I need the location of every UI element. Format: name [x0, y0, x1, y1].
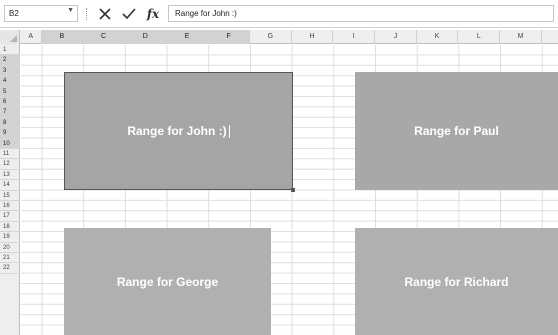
column-header-l[interactable]: L — [459, 30, 501, 44]
name-box[interactable]: B2 ▼ — [4, 5, 78, 22]
text-cursor — [228, 124, 230, 138]
row-headers: 1 2 3 4 5 6 7 8 9 10 11 12 13 14 15 16 17 18 19 20 21 22 — [0, 44, 20, 335]
row-header-15[interactable]: 15 — [0, 191, 20, 201]
row-header-20[interactable]: 20 — [0, 243, 20, 253]
row-header-22[interactable]: 22 — [0, 263, 20, 274]
column-header-f[interactable]: F — [208, 30, 250, 44]
column-header-a[interactable]: A — [21, 30, 42, 44]
row-header-7[interactable]: 7 — [0, 107, 20, 118]
cell-area[interactable]: Range for John :) Range for Paul Range f… — [21, 45, 558, 335]
column-header-h[interactable]: H — [292, 30, 334, 44]
column-header-e[interactable]: E — [166, 30, 209, 44]
row-header-6[interactable]: 6 — [0, 97, 20, 108]
name-box-value: B2 — [9, 9, 19, 18]
row-header-11[interactable]: 11 — [0, 149, 20, 160]
row-header-14[interactable]: 14 — [0, 180, 20, 191]
row-header-9[interactable]: 9 — [0, 128, 20, 139]
row-header-13[interactable]: 13 — [0, 170, 20, 181]
row-header-16[interactable]: 16 — [0, 201, 20, 212]
range-george-label: Range for George — [116, 274, 219, 289]
range-paul[interactable]: Range for Paul — [355, 72, 558, 190]
row-header-5[interactable]: 5 — [0, 86, 20, 97]
column-header-j[interactable]: J — [375, 30, 417, 44]
spreadsheet-grid: ABCDEFGHIJKLM 1 2 3 4 5 6 7 8 9 10 11 12 13 14 15 16 17 1… — [0, 30, 558, 335]
chevron-down-icon[interactable]: ▼ — [67, 7, 74, 14]
row-header-1[interactable]: 1 — [0, 45, 20, 56]
range-richard[interactable]: Range for Richard — [355, 228, 558, 335]
row-header-17[interactable]: 17 — [0, 211, 20, 222]
formula-input[interactable]: Range for John :) — [168, 5, 554, 22]
row-header-18[interactable]: 18 — [0, 222, 20, 233]
row-header-21[interactable]: 21 — [0, 253, 20, 264]
select-all-icon — [10, 35, 17, 42]
range-george[interactable]: Range for George — [64, 228, 271, 335]
row-header-10[interactable]: 10 — [0, 138, 20, 149]
row-header-19[interactable]: 19 — [0, 232, 20, 243]
row-header-4[interactable]: 4 — [0, 76, 20, 87]
row-header-2[interactable]: 2 — [0, 55, 20, 66]
row-header-8[interactable]: 8 — [0, 117, 20, 129]
column-headers: ABCDEFGHIJKLM — [0, 30, 558, 44]
range-john-label: Range for John :) — [127, 124, 227, 138]
range-john[interactable]: Range for John :) — [64, 72, 295, 192]
column-header-c[interactable]: C — [83, 30, 125, 44]
range-paul-label: Range for Paul — [414, 124, 499, 138]
column-header-g[interactable]: G — [250, 30, 292, 44]
insert-function-button[interactable]: fx — [145, 5, 161, 23]
range-richard-label: Range for Richard — [404, 274, 509, 289]
row-header-3[interactable]: 3 — [0, 65, 20, 77]
column-header-i[interactable]: I — [333, 30, 376, 44]
select-all-button[interactable] — [0, 30, 20, 44]
column-header-m[interactable]: M — [500, 30, 542, 44]
column-header-k[interactable]: K — [417, 30, 459, 44]
column-header-d[interactable]: D — [124, 30, 167, 44]
x-icon[interactable] — [97, 5, 113, 23]
column-header-b[interactable]: B — [41, 30, 84, 44]
row-header-12[interactable]: 12 — [0, 159, 20, 170]
formula-bar-separator — [86, 8, 88, 20]
formula-bar: B2 ▼ fx Range for John :) — [0, 0, 558, 28]
check-icon[interactable] — [121, 5, 137, 23]
fill-handle[interactable] — [291, 188, 295, 192]
